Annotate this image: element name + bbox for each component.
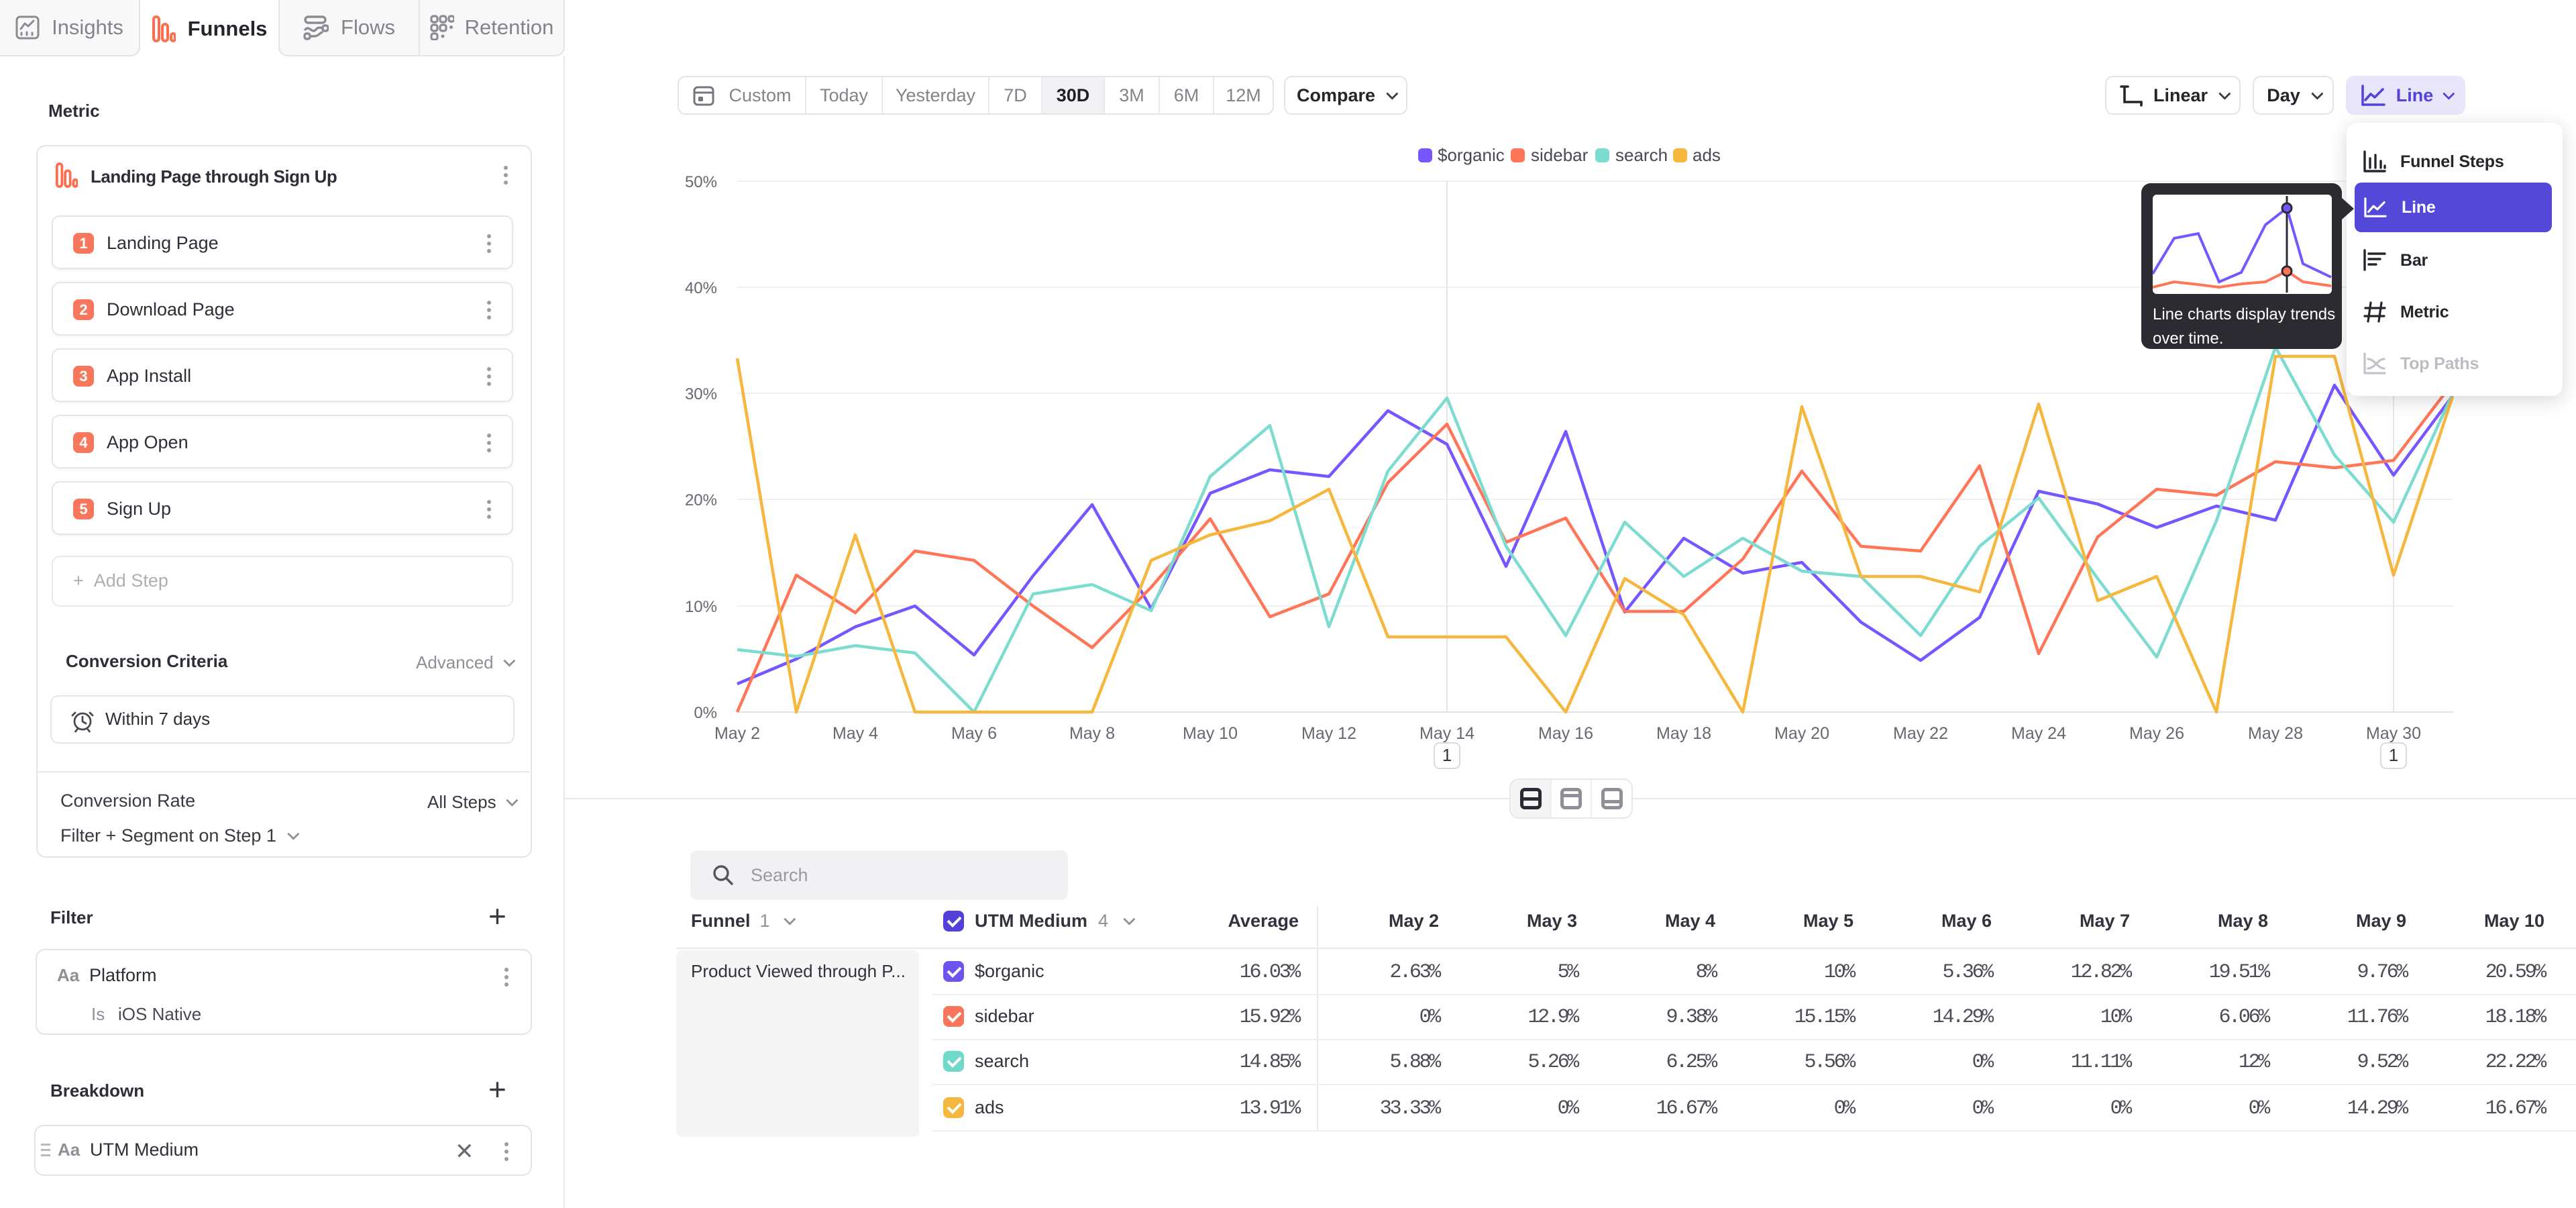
svg-text:May 6: May 6 bbox=[951, 724, 997, 743]
svg-text:May 30: May 30 bbox=[2366, 724, 2421, 743]
svg-text:May 10: May 10 bbox=[1183, 724, 1238, 743]
svg-text:May 12: May 12 bbox=[1301, 724, 1356, 743]
svg-text:May 28: May 28 bbox=[2248, 724, 2303, 743]
svg-text:30%: 30% bbox=[685, 385, 717, 403]
svg-text:May 22: May 22 bbox=[1893, 724, 1948, 743]
svg-text:May 8: May 8 bbox=[1069, 724, 1115, 743]
svg-text:May 14: May 14 bbox=[1419, 724, 1474, 743]
svg-text:$organic: $organic bbox=[1438, 145, 1505, 165]
svg-text:May 24: May 24 bbox=[2011, 724, 2066, 743]
svg-text:search: search bbox=[1615, 145, 1668, 165]
svg-text:May 4: May 4 bbox=[833, 724, 878, 743]
svg-text:50%: 50% bbox=[685, 173, 717, 191]
svg-text:1: 1 bbox=[2389, 745, 2398, 765]
svg-text:20%: 20% bbox=[685, 491, 717, 509]
svg-text:May 18: May 18 bbox=[1656, 724, 1711, 743]
svg-text:10%: 10% bbox=[685, 598, 717, 616]
svg-text:sidebar: sidebar bbox=[1531, 145, 1589, 165]
svg-text:1: 1 bbox=[1442, 745, 1452, 765]
svg-text:ads: ads bbox=[1693, 145, 1721, 165]
svg-text:May 20: May 20 bbox=[1774, 724, 1829, 743]
svg-text:40%: 40% bbox=[685, 279, 717, 297]
svg-text:May 2: May 2 bbox=[714, 724, 760, 743]
svg-text:May 16: May 16 bbox=[1538, 724, 1593, 743]
svg-text:May 26: May 26 bbox=[2129, 724, 2184, 743]
svg-text:0%: 0% bbox=[694, 704, 717, 722]
